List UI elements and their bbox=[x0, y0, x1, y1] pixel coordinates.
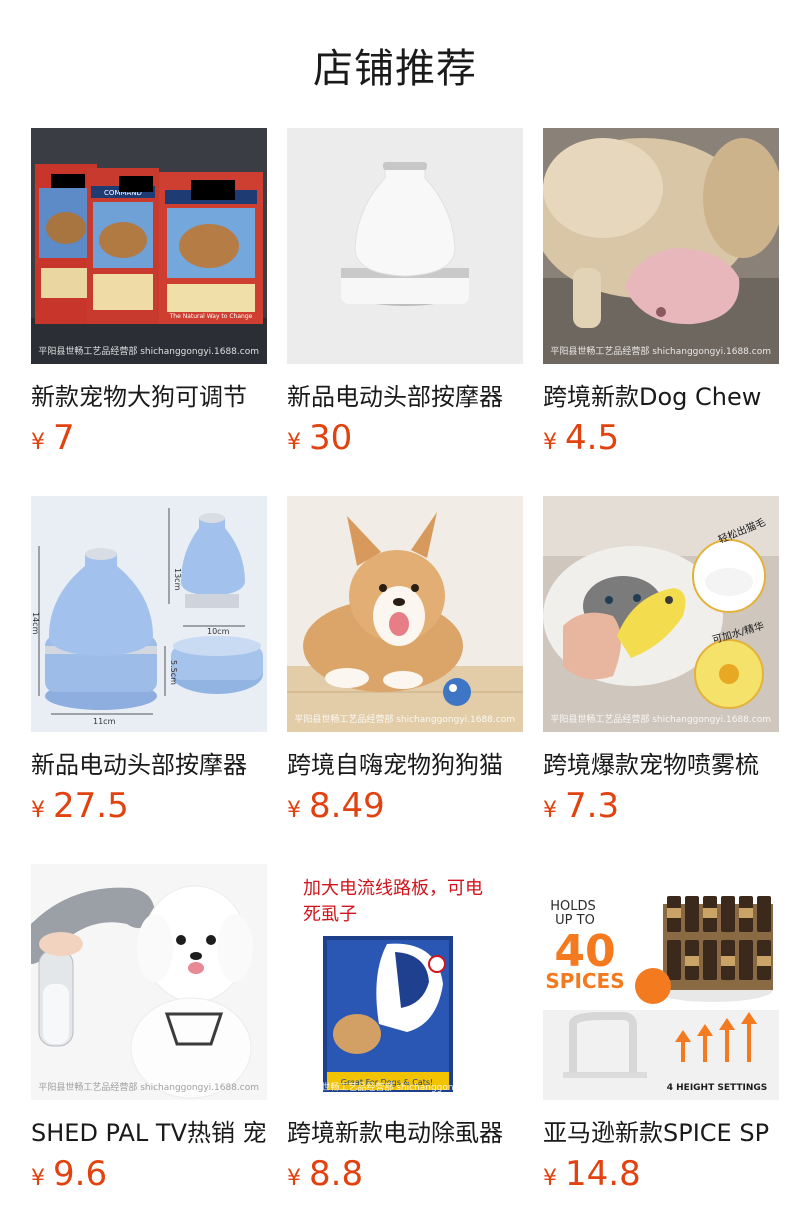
image-watermark: 平阳县世畅工艺品经营部 shichanggongyi.1688.com bbox=[550, 347, 771, 357]
product-name[interactable]: 亚马逊新款SPICE SP bbox=[543, 1116, 779, 1150]
dim-label: 5.5cm bbox=[169, 660, 178, 685]
product-card[interactable]: 平阳县世畅工艺品经营部 shichanggongyi.1688.com SHED… bbox=[31, 864, 267, 1200]
product-image-corgi-ball[interactable]: 平阳县世畅工艺品经营部 shichanggongyi.1688.com bbox=[287, 496, 523, 732]
product-name[interactable]: 新款宠物大狗可调节 bbox=[31, 380, 267, 414]
flea-caption-line2: 死虱子 bbox=[303, 904, 357, 925]
currency-symbol: ¥ bbox=[31, 430, 45, 455]
product-card[interactable]: 平阳县世畅工艺品经营部 shichanggongyi.1688.com 跨境自嗨… bbox=[287, 496, 523, 832]
price-value: 30 bbox=[309, 418, 353, 458]
product-card[interactable]: 新品电动头部按摩器 ¥30 bbox=[287, 128, 523, 464]
currency-symbol: ¥ bbox=[31, 1166, 45, 1191]
product-price: ¥30 bbox=[287, 418, 523, 464]
dim-label: 14cm bbox=[31, 612, 40, 635]
box-tagline-text: The Natural Way to Change bbox=[169, 313, 253, 320]
product-name[interactable]: SHED PAL TV热销 宠 bbox=[31, 1116, 267, 1150]
product-image-spice-rack[interactable]: HOLDS UP TO 40 SPICES 4 HEIGHT SETTINGS bbox=[543, 864, 779, 1100]
product-card[interactable]: 平阳县世畅工艺品经营部 shichanggongyi.1688.com 跨境新款… bbox=[543, 128, 779, 464]
currency-symbol: ¥ bbox=[287, 1166, 301, 1191]
image-watermark: 平阳县世畅工艺品经营部 shichanggongyi.1688.com bbox=[550, 715, 771, 725]
product-card[interactable]: 13cm 14cm 10cm 5.5cm 11cm 新品电动头部按摩器 ¥27.… bbox=[31, 496, 267, 832]
currency-symbol: ¥ bbox=[543, 1166, 557, 1191]
product-name[interactable]: 跨境自嗨宠物狗狗猫 bbox=[287, 748, 523, 782]
price-value: 7 bbox=[53, 418, 75, 458]
price-value: 8.49 bbox=[309, 786, 385, 826]
price-value: 9.6 bbox=[53, 1154, 108, 1194]
product-image-cat-spray-brush[interactable]: 轻松出猫毛 可加水/精华 平阳县世畅工艺品经营部 shichanggongyi.… bbox=[543, 496, 779, 732]
product-name[interactable]: 跨境新款电动除虱器 bbox=[287, 1116, 523, 1150]
product-card[interactable]: 加大电流线路板，可电死虱子 Great For Dogs & Cats! 平阳县… bbox=[287, 864, 523, 1200]
image-watermark: 平阳县世畅工艺品经营部 shichanggongyi.1688.com bbox=[38, 347, 259, 357]
dim-label: 10cm bbox=[207, 627, 230, 636]
currency-symbol: ¥ bbox=[543, 430, 557, 455]
image-watermark: 平阳县世畅工艺品经营部 shichanggongyi.1688.com bbox=[294, 1083, 515, 1093]
product-name[interactable]: 跨境爆款宠物喷雾梳 bbox=[543, 748, 779, 782]
currency-symbol: ¥ bbox=[287, 798, 301, 823]
spice-headline-line: HOLDS bbox=[550, 899, 596, 914]
currency-symbol: ¥ bbox=[287, 430, 301, 455]
price-value: 14.8 bbox=[565, 1154, 641, 1194]
product-name[interactable]: 新品电动头部按摩器 bbox=[287, 380, 523, 414]
dim-label: 13cm bbox=[173, 568, 182, 591]
product-price: ¥7.3 bbox=[543, 786, 779, 832]
price-value: 7.3 bbox=[565, 786, 620, 826]
currency-symbol: ¥ bbox=[543, 798, 557, 823]
product-card[interactable]: COMMAND The Natural Way to Change 平阳县世畅工… bbox=[31, 128, 267, 464]
product-image-dog-chew-toy[interactable]: 平阳县世畅工艺品经营部 shichanggongyi.1688.com bbox=[543, 128, 779, 364]
image-watermark: 平阳县世畅工艺品经营部 shichanggongyi.1688.com bbox=[294, 715, 515, 725]
price-value: 27.5 bbox=[53, 786, 129, 826]
image-watermark: 平阳县世畅工艺品经营部 shichanggongyi.1688.com bbox=[38, 1083, 259, 1093]
currency-symbol: ¥ bbox=[31, 798, 45, 823]
product-name[interactable]: 新品电动头部按摩器 bbox=[31, 748, 267, 782]
flea-caption-line1: 加大电流线路板，可电 bbox=[303, 878, 483, 899]
product-image-dog-harness-boxes[interactable]: COMMAND The Natural Way to Change 平阳县世畅工… bbox=[31, 128, 267, 364]
product-name[interactable]: 跨境新款Dog Chew bbox=[543, 380, 779, 414]
product-image-head-massager-white[interactable] bbox=[287, 128, 523, 364]
spice-settings-text: 4 HEIGHT SETTINGS bbox=[667, 1083, 767, 1093]
product-price: ¥7 bbox=[31, 418, 267, 464]
product-price: ¥9.6 bbox=[31, 1154, 267, 1200]
product-image-shed-pal-dog[interactable]: 平阳县世畅工艺品经营部 shichanggongyi.1688.com bbox=[31, 864, 267, 1100]
product-image-head-massager-blue[interactable]: 13cm 14cm 10cm 5.5cm 11cm bbox=[31, 496, 267, 732]
product-price: ¥14.8 bbox=[543, 1154, 779, 1200]
product-price: ¥8.8 bbox=[287, 1154, 523, 1200]
product-card[interactable]: HOLDS UP TO 40 SPICES 4 HEIGHT SETTINGS … bbox=[543, 864, 779, 1200]
price-value: 4.5 bbox=[565, 418, 620, 458]
product-price: ¥27.5 bbox=[31, 786, 267, 832]
product-price: ¥4.5 bbox=[543, 418, 779, 464]
product-card[interactable]: 轻松出猫毛 可加水/精华 平阳县世畅工艺品经营部 shichanggongyi.… bbox=[543, 496, 779, 832]
product-price: ¥8.49 bbox=[287, 786, 523, 832]
product-image-flea-comb[interactable]: 加大电流线路板，可电死虱子 Great For Dogs & Cats! 平阳县… bbox=[287, 864, 523, 1100]
page-title: 店铺推荐 bbox=[313, 46, 477, 92]
price-value: 8.8 bbox=[309, 1154, 364, 1194]
dim-label: 11cm bbox=[93, 717, 116, 726]
spice-headline-line: SPICES bbox=[545, 969, 624, 993]
